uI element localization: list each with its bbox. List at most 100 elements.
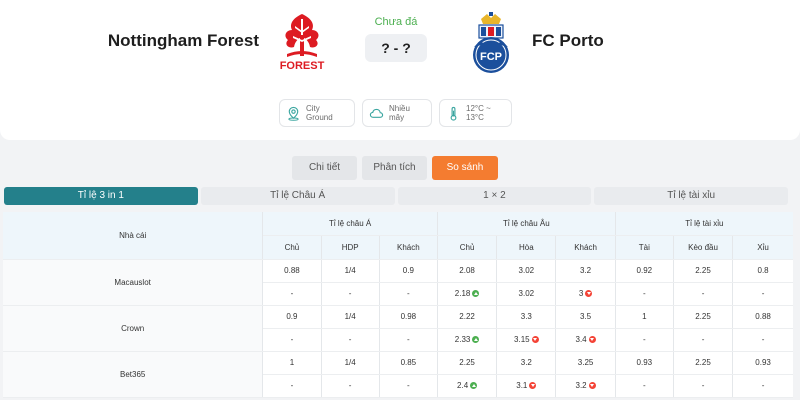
odds-cell-opening: 0.9 [262,305,322,329]
match-status: Chưa đá [374,16,418,28]
tab-details[interactable]: Chi tiết [292,156,357,180]
odds-cell-live: - [732,282,793,306]
odds-cell-opening: 2.08 [437,259,498,283]
weather-info: Nhiều mây [362,99,432,127]
odds-cell-live: - [262,328,322,352]
table-row[interactable]: Crown 0.9 1/4 0.98 2.22 3.3 3.5 1 2.25 0.88 [3,305,793,352]
odds-cell-live: - [321,328,380,352]
odds-cell-opening: 1 [262,351,322,375]
stadium-name: City Ground [306,104,333,122]
odds-cell-live: - [732,374,793,398]
odds-value: 3 [578,289,584,298]
column-header: Khách [379,235,438,260]
odds-cell-opening: 1/4 [321,351,380,375]
odds-cell-live: - [379,328,438,352]
odds-cell-live: - [673,374,734,398]
subtab-3-in-1[interactable]: Tỉ lệ 3 in 1 [4,187,198,205]
odds-cell-live: - [262,282,322,306]
odds-cell-live: - [379,282,438,306]
tab-compare[interactable]: So sánh [432,156,498,180]
odds-value: - [701,335,705,344]
asian-odds-group-header: Tỉ lệ châu Á [262,212,438,236]
odds-cell-opening: 0.85 [379,351,438,375]
trend-up-icon [470,382,478,389]
bookmaker-column-header: Nhà cái [3,212,264,260]
subtab-1x2[interactable]: 1 × 2 [397,187,592,205]
odds-value: - [701,289,705,298]
odds-comparison-table: Nhà cái Tỉ lệ châu Á Tỉ lệ châu Âu Tỉ lệ… [3,212,793,398]
odds-cell-live: - [379,374,438,398]
tab-analysis[interactable]: Phân tích [362,156,427,180]
odds-cell-opening: 0.93 [615,351,674,375]
odds-value: - [761,289,765,298]
column-header: Hòa [496,235,557,260]
odds-value: 2.4 [457,381,469,390]
home-team-name[interactable]: Nottingham Forest [108,31,259,51]
odds-cell-opening: 3.2 [555,259,616,283]
weather-condition: Nhiều mây [389,104,410,122]
odds-value: - [642,289,646,298]
over-under-group-header: Tỉ lệ tài xỉu [615,212,793,236]
bookmaker-name[interactable]: Crown [3,305,264,352]
table-row[interactable]: Macauslot 0.88 1/4 0.9 2.08 3.02 3.2 0.92 2.25 0.… [3,259,793,306]
odds-cell-opening: 1 [615,305,674,329]
odds-value: - [701,381,705,390]
temperature-range: 12°C ~ 13°C [466,104,491,122]
subtab-asian-handicap[interactable]: Tỉ lệ Châu Á [200,187,395,205]
column-header: Chủ [437,235,498,260]
column-header: HDP [321,235,380,260]
column-header: Kèo đầu [673,235,734,260]
odds-cell-opening: 2.25 [673,259,734,283]
odds-cell-opening: 2.25 [673,305,734,329]
bookmaker-name[interactable]: Macauslot [3,259,264,306]
odds-cell-live: 3.15 [496,328,557,352]
bookmaker-name[interactable]: Bet365 [3,351,264,398]
odds-cell-opening: 3.5 [555,305,616,329]
odds-type-tabs: Tỉ lệ 3 in 1 Tỉ lệ Châu Á 1 × 2 Tỉ lệ tà… [4,187,788,205]
european-odds-group-header: Tỉ lệ châu Âu [437,212,616,236]
odds-value: - [290,289,294,298]
odds-cell-opening: 0.88 [262,259,322,283]
trend-up-icon [472,336,480,343]
odds-cell-live: - [615,282,674,306]
odds-cell-live: 3.4 [555,328,616,352]
odds-value: - [642,335,646,344]
odds-value: - [290,381,294,390]
odds-cell-live: - [615,328,674,352]
trend-down-icon [588,336,596,343]
odds-cell-live: - [321,374,380,398]
odds-cell-live: 3 [555,282,616,306]
thermometer-icon [450,106,457,121]
trend-down-icon [585,290,593,297]
odds-cell-opening: 0.92 [615,259,674,283]
column-header: Tài [615,235,674,260]
odds-table-body: Macauslot 0.88 1/4 0.9 2.08 3.02 3.2 0.92 2.25 0.… [3,259,793,398]
odds-cell-live: - [321,282,380,306]
column-header: Xỉu [732,235,793,260]
odds-value: 3.4 [575,335,587,344]
away-team-name[interactable]: FC Porto [532,31,604,51]
odds-value: 2.18 [454,289,471,298]
odds-cell-opening: 2.22 [437,305,498,329]
odds-cell-opening: 0.8 [732,259,793,283]
trend-up-icon [472,290,480,297]
column-header: Chủ [262,235,322,260]
odds-value: 3.1 [516,381,528,390]
trend-down-icon [588,382,596,389]
odds-cell-live: 3.02 [496,282,557,306]
subtab-over-under[interactable]: Tỉ lệ tài xỉu [594,187,788,205]
odds-cell-opening: 0.98 [379,305,438,329]
trend-down-icon [531,336,539,343]
table-row[interactable]: Bet365 1 1/4 0.85 2.25 3.2 3.25 0.93 2.25 0.93 [3,351,793,398]
odds-value: - [348,289,352,298]
stadium-location-icon [288,106,299,121]
cloud-icon [369,108,384,118]
odds-cell-opening: 0.93 [732,351,793,375]
odds-cell-opening: 0.88 [732,305,793,329]
odds-value: 3.2 [575,381,587,390]
fc-porto-crest-icon[interactable]: FCP [465,11,517,75]
odds-cell-opening: 3.02 [496,259,557,283]
nottingham-forest-crest-icon[interactable]: FOREST [277,10,327,74]
odds-cell-live: - [673,328,734,352]
odds-cell-opening: 1/4 [321,305,380,329]
